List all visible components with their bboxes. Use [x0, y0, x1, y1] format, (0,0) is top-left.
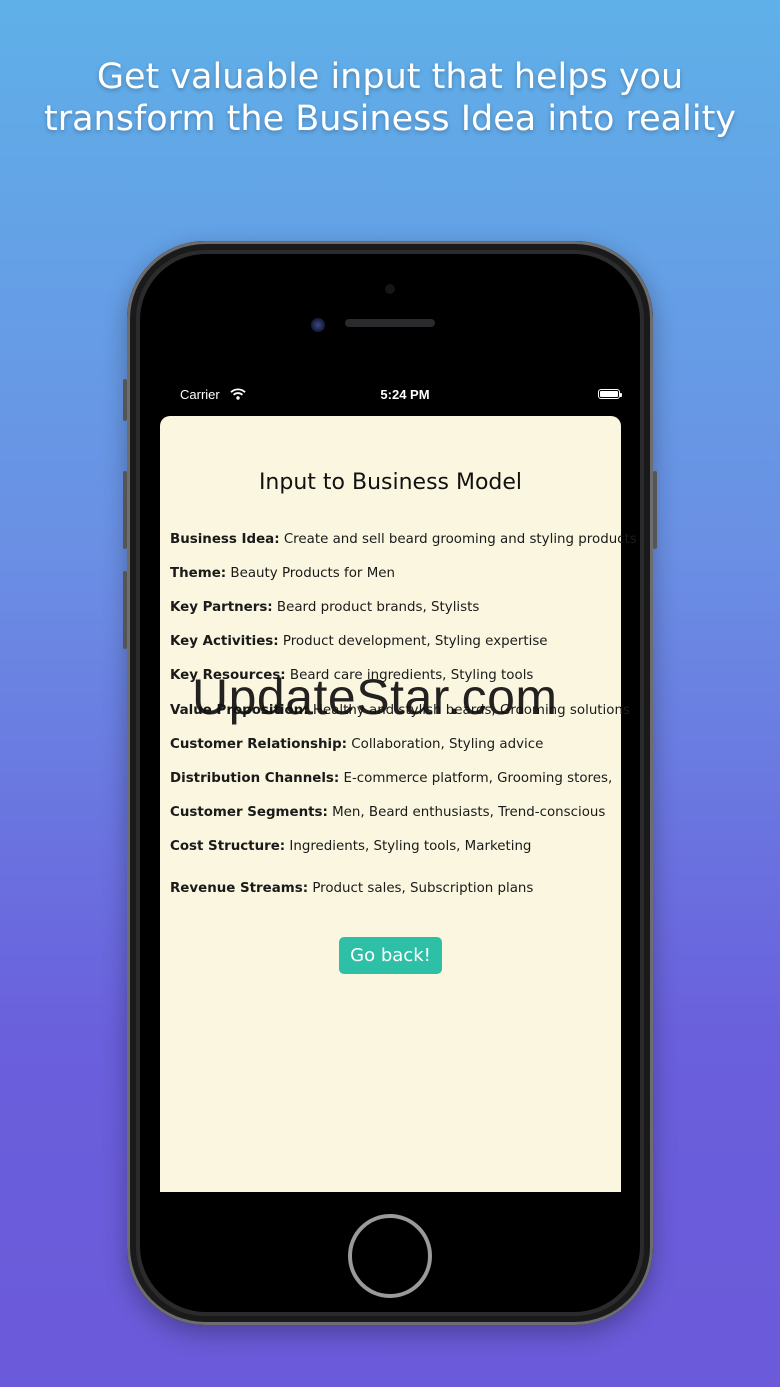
list-item: Business Idea: Create and sell beard gro… — [170, 532, 637, 547]
volume-up-button — [123, 471, 127, 549]
card-title: Input to Business Model — [258, 470, 523, 495]
mute-switch — [123, 379, 127, 421]
list-item: Key Partners: Beard product brands, Styl… — [170, 600, 480, 615]
list-item: Theme: Beauty Products for Men — [170, 566, 395, 581]
status-bar: Carrier 5:24 PM — [180, 387, 622, 407]
list-item: Distribution Channels: E-commerce platfo… — [170, 771, 613, 786]
volume-down-button — [123, 571, 127, 649]
list-item: Customer Relationship: Collaboration, St… — [170, 737, 544, 752]
business-model-card: Input to Business Model Business Idea: C… — [160, 416, 637, 1192]
home-button[interactable] — [348, 1214, 432, 1298]
watermark-text: UpdateStar.com — [192, 669, 558, 725]
list-item: Customer Segments: Men, Beard enthusiast… — [170, 805, 606, 820]
phone-frame: Carrier 5:24 PM Input to Business Model … — [123, 241, 657, 1325]
front-camera-icon — [311, 318, 325, 332]
earpiece-speaker — [345, 319, 435, 327]
headline: Get valuable input that helps you transf… — [43, 57, 737, 139]
status-time: 5:24 PM — [380, 387, 430, 402]
list-item: Revenue Streams: Product sales, Subscrip… — [170, 881, 534, 896]
list-item: Key Activities: Product development, Sty… — [170, 634, 548, 649]
list-item: Cost Structure: Ingredients, Styling too… — [170, 839, 532, 854]
go-back-button[interactable]: Go back! — [339, 937, 442, 974]
battery-icon — [598, 389, 622, 399]
proximity-sensor — [385, 284, 395, 294]
power-button — [653, 471, 657, 549]
phone-screen-area: Carrier 5:24 PM Input to Business Model … — [140, 254, 640, 1312]
